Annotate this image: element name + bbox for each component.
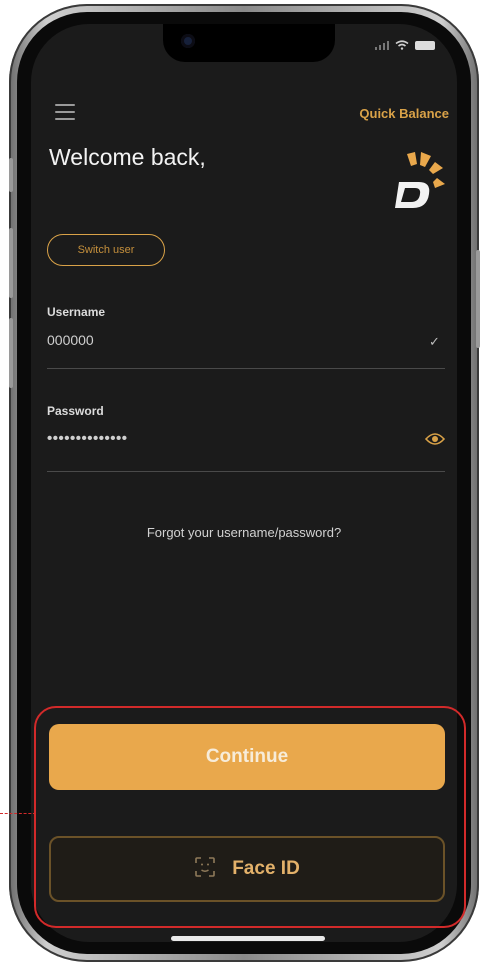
username-underline — [47, 368, 445, 369]
username-label: Username — [47, 305, 106, 319]
callout-line — [0, 813, 36, 814]
password-field[interactable]: •••••••••••••• — [47, 430, 128, 447]
forgot-credentials-link[interactable]: Forgot your username/password? — [31, 525, 457, 540]
battery-icon — [415, 40, 435, 50]
home-indicator[interactable] — [171, 936, 325, 941]
phone-volume-down-button — [9, 318, 13, 388]
continue-button[interactable]: Continue — [49, 724, 445, 790]
phone-volume-up-button — [9, 228, 13, 298]
phone-power-button — [476, 250, 480, 348]
signal-icon — [375, 40, 389, 50]
eye-icon[interactable] — [424, 432, 446, 446]
password-label: Password — [47, 404, 104, 418]
face-id-icon — [194, 856, 216, 883]
status-bar — [375, 40, 435, 50]
quick-balance-link[interactable]: Quick Balance — [359, 106, 449, 121]
logo-icon — [393, 150, 451, 212]
face-id-label: Face ID — [232, 858, 300, 879]
welcome-heading: Welcome back, — [49, 144, 206, 170]
switch-user-button[interactable]: Switch user — [47, 234, 165, 266]
app-screen: Quick Balance Welcome back, Switch user … — [31, 24, 457, 942]
face-id-button[interactable]: Face ID — [49, 836, 445, 902]
wifi-icon — [395, 40, 409, 50]
camera-icon — [181, 34, 195, 48]
password-underline — [47, 471, 445, 472]
menu-icon[interactable] — [55, 104, 75, 120]
username-field[interactable]: 000000 — [47, 332, 94, 348]
phone-side-button — [9, 158, 13, 192]
check-icon: ✓ — [429, 334, 440, 349]
